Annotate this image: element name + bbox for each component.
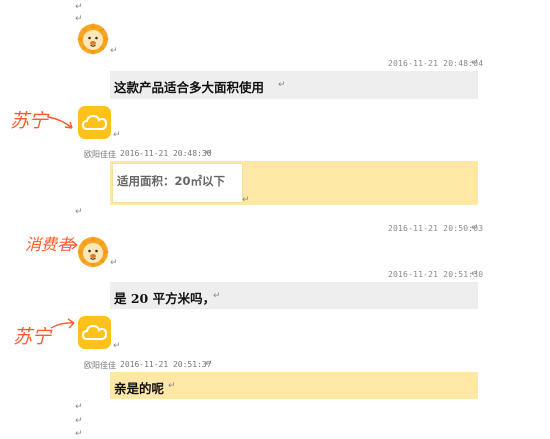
paragraph-mark: ↵ [75,402,83,412]
paragraph-mark: ↵ [471,269,479,279]
handwritten-annotation: 苏宁 [13,326,52,348]
customer-message-text: 是 20 平方米吗， [114,291,216,306]
message-timestamp: 2016-11-21 20:51:37 [120,360,212,369]
message-timestamp: 2016-11-21 20:48:30 [120,149,212,158]
message-timestamp: 2016-11-21 20:50:03 [388,224,484,233]
paragraph-mark: ↵ [75,207,83,217]
agent-avatar [78,316,111,349]
agent-message-bubble [110,372,478,399]
paragraph-mark: ↵ [168,381,176,391]
paragraph-mark: ↵ [471,58,479,68]
agent-name: 欧阳佳佳 [84,150,116,159]
agent-message-text: 适用面积：20㎡以下 [117,174,226,188]
agent-message-text: 亲是的呢 [114,381,165,396]
annotation-arrow-icon [50,318,75,329]
annotation-arrow-icon [47,116,73,129]
cloud-icon [81,324,108,340]
paragraph-mark: ↵ [113,130,121,140]
customer-avatar [76,235,110,269]
agent-avatar [78,106,111,139]
paragraph-mark: ↵ [205,359,213,369]
paragraph-mark: ↵ [242,195,250,205]
message-timestamp: 2016-11-21 20:51:30 [388,270,484,279]
customer-avatar [76,22,110,56]
paragraph-mark: ↵ [113,341,121,351]
message-timestamp: 2016-11-21 20:48:04 [388,59,484,68]
customer-message-text: 这款产品适合多大面积使用 [114,80,265,95]
paragraph-mark: ↵ [75,416,83,426]
paragraph-mark: ↵ [278,80,286,90]
cloud-icon [81,114,108,130]
lion-icon [77,236,109,268]
handwritten-annotation: 苏宁 [10,110,49,132]
paragraph-mark: ↵ [75,2,83,12]
agent-name: 欧阳佳佳 [84,361,116,370]
paragraph-mark: ↵ [110,46,118,56]
paragraph-mark: ↵ [213,291,221,301]
paragraph-mark: ↵ [110,258,118,268]
paragraph-mark: ↵ [205,148,213,158]
paragraph-mark: ↵ [471,223,479,233]
lion-icon [77,23,109,55]
paragraph-mark: ↵ [75,429,83,439]
